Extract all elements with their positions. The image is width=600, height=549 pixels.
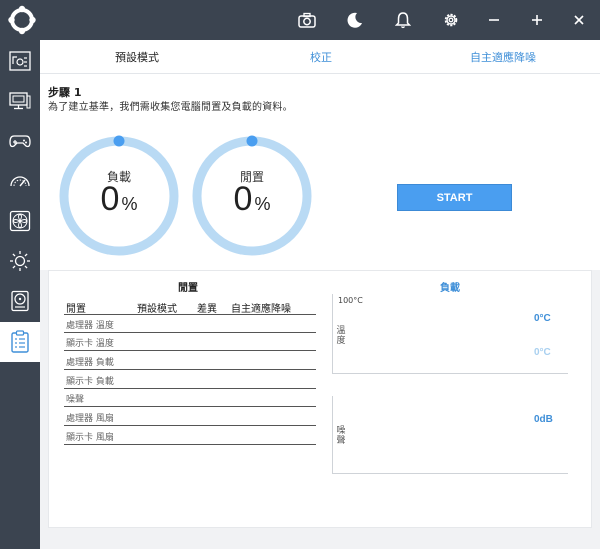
col-header-preset: 預設模式 xyxy=(137,304,177,315)
moon-icon[interactable] xyxy=(342,7,368,33)
step-description: 為了建立基準，我們需收集您電腦閒置及負載的資料。 xyxy=(48,102,293,113)
brightness-icon[interactable] xyxy=(0,242,40,280)
idle-gauge-value: 0% xyxy=(190,180,314,219)
table-divider xyxy=(64,425,316,426)
load-gauge: 負載 0% xyxy=(57,134,181,258)
table-divider xyxy=(64,444,316,445)
monitor-icon[interactable] xyxy=(0,82,40,120)
col-header-auto-noise: 自主適應降噪 xyxy=(231,304,291,315)
table-divider xyxy=(64,350,316,351)
speedometer-icon[interactable] xyxy=(0,162,40,200)
table-divider xyxy=(64,406,316,407)
idle-gauge-unit: % xyxy=(254,194,271,214)
col-header-difference: 差異 xyxy=(197,304,217,315)
noise-axis-label: 噪聲 xyxy=(336,426,346,446)
checklist-icon[interactable] xyxy=(0,322,40,362)
load-section-title[interactable]: 負載 xyxy=(440,279,460,294)
fan-icon[interactable] xyxy=(0,202,40,240)
idle-section-title: 閒置 xyxy=(178,283,198,294)
col-header-idle: 閒置 xyxy=(66,304,86,315)
table-row-noise: 噪聲 xyxy=(66,395,85,405)
gamepad-icon[interactable] xyxy=(0,122,40,160)
table-row-gpu-load: 顯示卡 負載 xyxy=(66,377,114,387)
sidebar xyxy=(0,40,40,549)
maximize-icon[interactable] xyxy=(524,7,550,33)
gpu-temp-reading: 0°C xyxy=(534,347,551,358)
load-gauge-number: 0 xyxy=(100,180,120,218)
table-divider xyxy=(64,388,316,389)
load-gauge-unit: % xyxy=(121,194,138,214)
temperature-chart xyxy=(332,294,568,374)
gear-icon[interactable] xyxy=(438,7,464,33)
table-row-cpu-fan: 處理器 風扇 xyxy=(66,414,114,424)
table-divider xyxy=(64,314,316,315)
noise-chart xyxy=(332,396,568,474)
hard-drive-icon[interactable] xyxy=(0,282,40,320)
table-divider xyxy=(64,332,316,333)
idle-gauge: 閒置 0% xyxy=(190,134,314,258)
table-row-cpu-load: 處理器 負載 xyxy=(66,358,114,368)
load-gauge-value: 0% xyxy=(57,180,181,219)
temperature-axis-max: 100°C xyxy=(338,296,363,305)
tab-auto-noise-reduction[interactable]: 自主適應降噪 xyxy=(470,49,536,65)
temperature-axis-label: 溫度 xyxy=(336,326,346,346)
app-logo-icon xyxy=(7,5,37,35)
dashboard-icon[interactable] xyxy=(0,42,40,80)
table-divider xyxy=(64,369,316,370)
idle-gauge-number: 0 xyxy=(233,180,253,218)
noise-reading: 0dB xyxy=(534,414,553,425)
start-button[interactable]: START xyxy=(397,184,512,211)
minimize-icon[interactable] xyxy=(481,7,507,33)
cpu-temp-reading: 0°C xyxy=(534,313,551,324)
title-bar xyxy=(0,0,600,40)
table-row-gpu-fan: 顯示卡 風扇 xyxy=(66,433,114,443)
tab-calibrate[interactable]: 校正 xyxy=(310,49,332,65)
tab-preset-mode[interactable]: 預設模式 xyxy=(115,49,159,65)
bell-icon[interactable] xyxy=(390,7,416,33)
close-icon[interactable] xyxy=(566,7,592,33)
camera-icon[interactable] xyxy=(294,7,320,33)
table-row-gpu-temp: 顯示卡 溫度 xyxy=(66,339,114,349)
table-row-cpu-temp: 處理器 溫度 xyxy=(66,321,114,331)
